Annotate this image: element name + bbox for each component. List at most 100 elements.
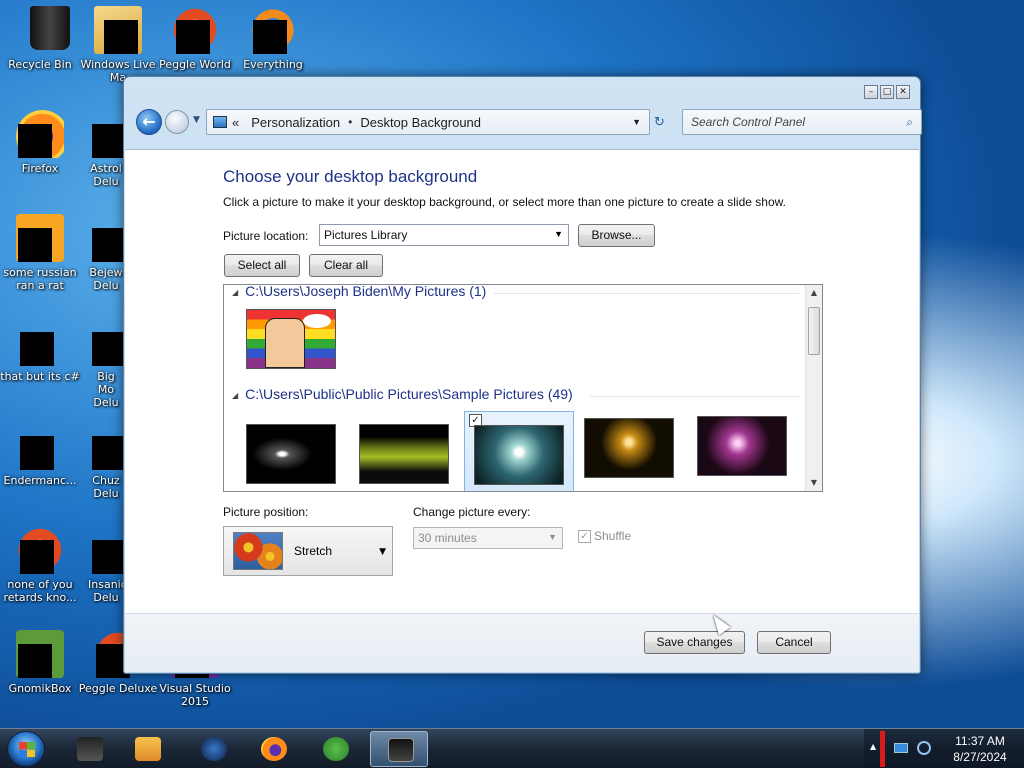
shuffle-checkbox[interactable]: ✓: [578, 530, 591, 543]
select-all-button[interactable]: Select all: [224, 254, 300, 277]
clock[interactable]: 11:37 AM 8/27/2024: [940, 733, 1020, 765]
astrol-icon: [78, 110, 124, 158]
change-interval-select[interactable]: 30 minutes ▼: [413, 527, 563, 549]
taskbar-item-control-panel[interactable]: [370, 731, 428, 767]
chuzzle-icon: [78, 422, 124, 470]
recent-pages-dropdown[interactable]: ▼: [193, 115, 200, 125]
shuffle-label: Shuffle: [594, 529, 632, 543]
breadcrumb-personalization[interactable]: Personalization: [251, 115, 340, 130]
desktop-icon-endermanch[interactable]: Endermanc...: [0, 422, 80, 487]
desktop-icon-label: Everything: [243, 58, 303, 71]
picture-list-scrollbar[interactable]: ▲ ▼: [805, 285, 822, 491]
refresh-icon[interactable]: ↻: [654, 115, 665, 130]
chevron-down-icon: ▼: [554, 229, 563, 239]
address-bar[interactable]: « Personalization • Desktop Background ▼: [206, 109, 650, 135]
desktop-icon-none-of-you[interactable]: none of you retards kno...: [0, 526, 80, 604]
back-arrow-icon: ←: [142, 112, 156, 131]
picture-position-value: Stretch: [294, 544, 333, 558]
peggle-icon: [171, 6, 219, 54]
address-dropdown[interactable]: ▼: [632, 117, 641, 127]
scrollbar-thumb[interactable]: [808, 307, 820, 355]
media-player-icon: [135, 737, 161, 761]
recycle-bin-icon: [16, 6, 70, 54]
group-header-my-pictures[interactable]: ◢ C:\Users\Joseph Biden\My Pictures (1): [232, 285, 486, 299]
thumbnail-shine-1[interactable]: [246, 424, 336, 484]
thumbnail-shine-3-selected[interactable]: ✓: [464, 411, 574, 491]
desktop-icon-label: Peggle World: [159, 58, 231, 71]
desktop-icon-astrol[interactable]: Astrol Delu: [78, 110, 124, 188]
desktop-icon-label: Big Mo Delu: [93, 370, 119, 409]
desktop-icon-bejeweled[interactable]: Bejew Delu: [78, 214, 124, 292]
control-panel-icon: [213, 116, 227, 128]
console-icon: [16, 422, 64, 470]
position-preview-image: [233, 532, 283, 570]
desktop-icon-label: Visual Studio 2015: [159, 682, 231, 708]
maximize-button[interactable]: □: [880, 85, 894, 99]
search-input[interactable]: Search Control Panel ⌕: [682, 109, 922, 135]
start-button[interactable]: [7, 731, 45, 767]
firefox-icon: [16, 110, 64, 158]
close-button[interactable]: ✕: [896, 85, 910, 99]
taskbar-item-downloader[interactable]: [306, 731, 364, 767]
collapse-icon[interactable]: ◢: [232, 391, 238, 400]
desktop-icon-windows-live[interactable]: Windows Live Ma: [78, 6, 158, 84]
minimize-button[interactable]: –: [864, 85, 878, 99]
desktop-icon-big-money[interactable]: Big Mo Delu: [78, 318, 124, 409]
navigation-bar: ← ▼ « Personalization • Desktop Backgrou…: [136, 107, 922, 139]
content-pane: Choose your desktop background Click a p…: [125, 149, 919, 614]
page-subtitle: Click a picture to make it your desktop …: [223, 195, 786, 209]
taskbar-item-firefox[interactable]: [244, 731, 302, 767]
desktop-icon-gnomikbox[interactable]: GnomikBox: [0, 630, 80, 695]
desktop-icon-firefox[interactable]: Firefox: [0, 110, 80, 175]
cancel-button[interactable]: Cancel: [757, 631, 831, 654]
scroll-up-icon[interactable]: ▲: [806, 285, 822, 301]
thumbnail-shine-4[interactable]: [584, 418, 674, 478]
network-icon[interactable]: [894, 743, 908, 753]
desktop-icon-peggle-world[interactable]: Peggle World: [155, 6, 235, 71]
volume-icon[interactable]: [917, 741, 931, 755]
desktop-icon-label: Insaniq Delu: [88, 578, 124, 604]
desktop-background-window: – □ ✕ ← ▼ « Personalization • Desktop Ba…: [123, 76, 922, 674]
collapse-icon[interactable]: ◢: [232, 288, 238, 297]
taskbar-item-globe[interactable]: [184, 731, 242, 767]
taskbar-item-recycle[interactable]: [60, 731, 118, 767]
show-hidden-icons-icon[interactable]: ▲: [870, 742, 876, 751]
back-button[interactable]: ←: [136, 109, 162, 135]
desktop-icon-label: that but its c#: [0, 370, 80, 383]
desktop-icon-russian[interactable]: some russian ran a rat: [0, 214, 80, 292]
search-icon[interactable]: ⌕: [906, 115, 913, 130]
file-icon: [16, 526, 64, 574]
everything-icon: [249, 6, 297, 54]
breadcrumb-desktop-background[interactable]: Desktop Background: [360, 115, 481, 130]
clock-date: 8/27/2024: [953, 750, 1007, 764]
gnomikbox-icon: [16, 630, 64, 678]
globe-icon: [201, 737, 227, 761]
breadcrumb-separator: •: [348, 115, 353, 129]
taskbar-item-media-player[interactable]: [118, 731, 176, 767]
forward-button[interactable]: [165, 110, 189, 134]
picture-position-select[interactable]: Stretch ▼: [223, 526, 393, 576]
breadcrumb-overflow[interactable]: «: [232, 115, 239, 130]
desktop-icon-chuzzle[interactable]: Chuz Delu: [78, 422, 124, 500]
desktop-icon-recycle-bin[interactable]: Recycle Bin: [0, 6, 80, 71]
desktop-icon-label: Firefox: [21, 162, 59, 175]
download-manager-icon: [323, 737, 349, 761]
picture-list[interactable]: ◢ C:\Users\Joseph Biden\My Pictures (1) ◢…: [223, 284, 823, 492]
picture-location-select[interactable]: Pictures Library ▼: [319, 224, 569, 246]
group-divider: [494, 293, 799, 294]
desktop-icon-label: Chuz Delu: [92, 474, 120, 500]
desktop-icon-label: some russian ran a rat: [3, 266, 77, 292]
browse-button[interactable]: Browse...: [578, 224, 655, 247]
desktop-icon-insaniquarium[interactable]: Insaniq Delu: [78, 526, 124, 604]
thumbnail-flag-cartoon[interactable]: [246, 309, 336, 369]
group-header-sample-pictures[interactable]: ◢ C:\Users\Public\Public Pictures\Sample …: [232, 386, 573, 402]
dialog-footer: Save changes Cancel: [125, 613, 919, 672]
thumbnail-purple-burst[interactable]: [697, 416, 787, 476]
scroll-down-icon[interactable]: ▼: [806, 475, 822, 491]
clock-time: 11:37 AM: [955, 734, 1005, 748]
thumbnail-shine-2[interactable]: [359, 424, 449, 484]
save-changes-button[interactable]: Save changes: [644, 631, 745, 654]
desktop-icon-that-but-csharp[interactable]: that but its c#: [0, 318, 80, 383]
clear-all-button[interactable]: Clear all: [309, 254, 383, 277]
desktop-icon-everything[interactable]: Everything: [233, 6, 313, 71]
